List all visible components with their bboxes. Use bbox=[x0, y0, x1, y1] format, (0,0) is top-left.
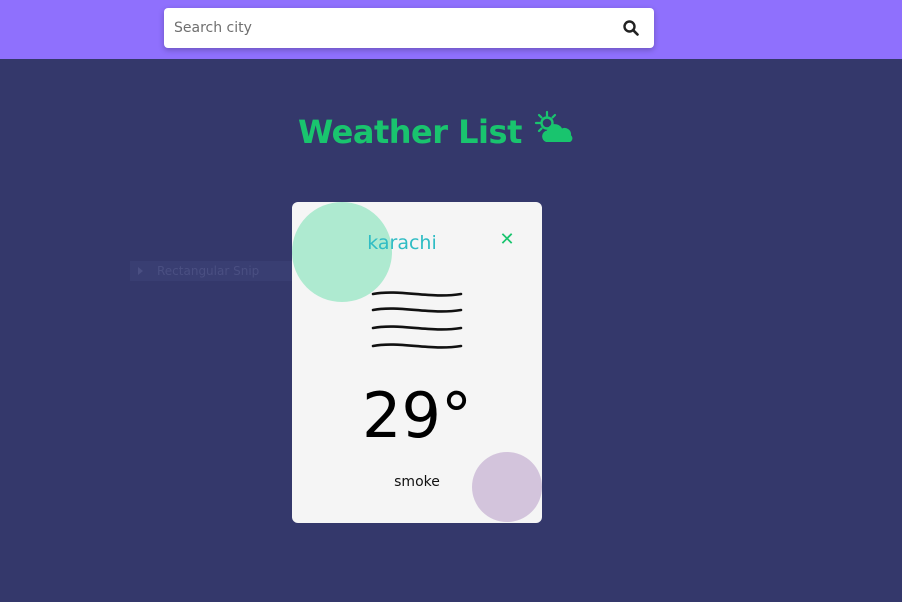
top-bar bbox=[0, 0, 902, 59]
search-box bbox=[164, 8, 654, 48]
page-title-text: Weather List bbox=[298, 113, 522, 151]
sun-cloud-icon bbox=[532, 110, 574, 154]
weather-description: smoke bbox=[394, 474, 440, 490]
snip-tool-label: Rectangular Snip bbox=[157, 264, 260, 278]
page-title: Weather List bbox=[298, 108, 574, 156]
snip-tool-hint: Rectangular Snip bbox=[130, 261, 292, 281]
play-icon bbox=[138, 267, 143, 275]
haze-icon bbox=[370, 290, 464, 352]
search-icon[interactable] bbox=[622, 19, 640, 37]
close-icon[interactable]: ✕ bbox=[499, 231, 515, 249]
temperature: 29° bbox=[362, 379, 472, 452]
weather-card: karachi ✕ 29° smoke bbox=[292, 202, 542, 523]
city-name: karachi bbox=[367, 232, 437, 254]
search-input[interactable] bbox=[174, 8, 594, 48]
